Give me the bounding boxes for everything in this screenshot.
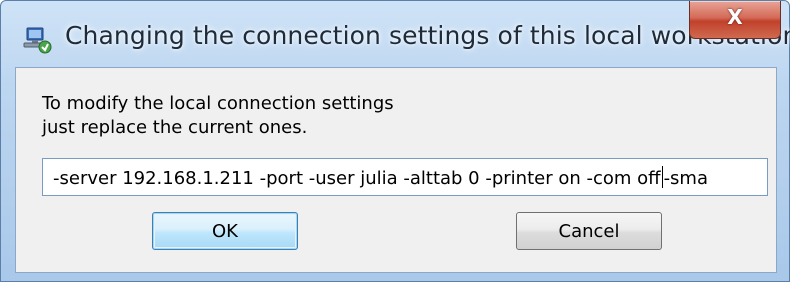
- dialog-window: Changing the connection settings of this…: [0, 0, 790, 282]
- window-title: Changing the connection settings of this…: [65, 21, 790, 50]
- cancel-button[interactable]: Cancel: [516, 212, 662, 250]
- ok-button[interactable]: OK: [152, 212, 298, 250]
- instruction-line-1: To modify the local connection settings: [42, 93, 394, 114]
- input-text-after-caret: -sma: [663, 168, 708, 189]
- connection-settings-value: -server 192.168.1.211 -port -user julia …: [53, 166, 708, 189]
- title-bar[interactable]: Changing the connection settings of this…: [1, 1, 790, 67]
- close-icon: X: [727, 5, 743, 29]
- instruction-line-2: just replace the current ones.: [42, 117, 308, 138]
- input-text-before-caret: -server 192.168.1.211 -port -user julia …: [53, 168, 661, 189]
- text-caret: [661, 166, 663, 188]
- dialog-body: To modify the local connection settings …: [15, 67, 777, 273]
- instruction-text: To modify the local connection settings …: [42, 92, 394, 140]
- connection-settings-input[interactable]: -server 192.168.1.211 -port -user julia …: [42, 158, 768, 196]
- remote-computer-icon: [21, 25, 53, 55]
- close-button[interactable]: X: [689, 1, 781, 39]
